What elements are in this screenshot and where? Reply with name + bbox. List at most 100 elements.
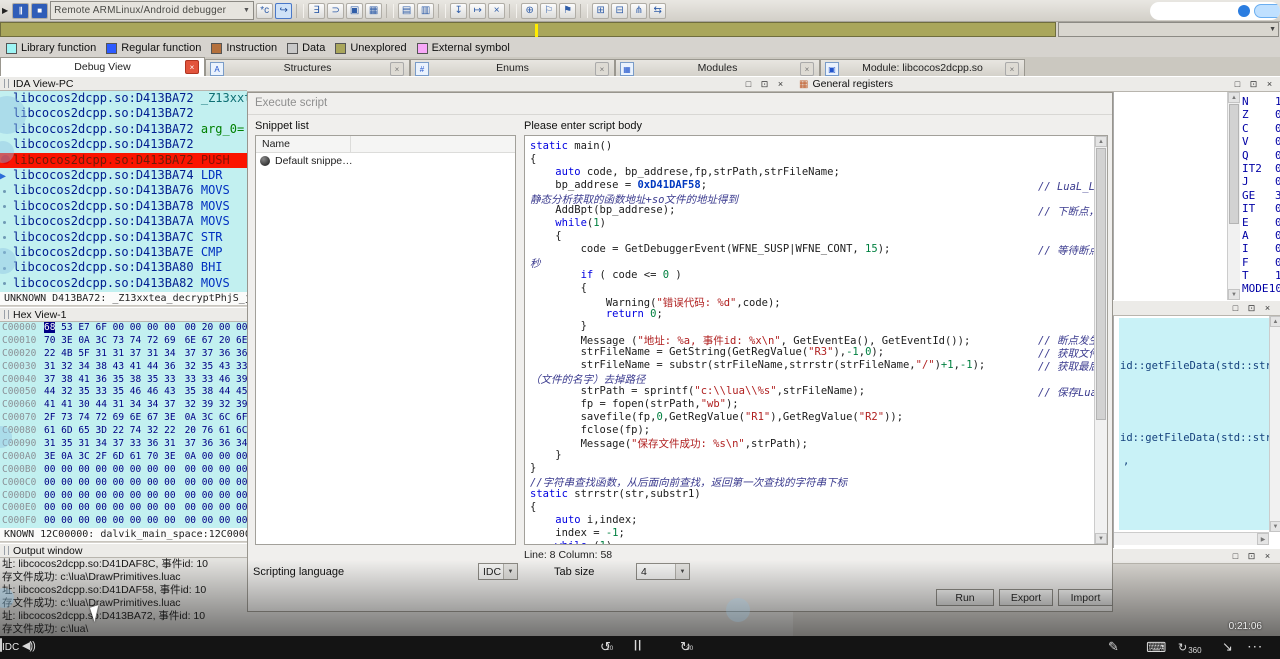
script-editor[interactable]: static main() { auto code, bp_addrese,fp,… (524, 135, 1108, 545)
code-line[interactable]: static strrstr(str,substr1) (530, 488, 1092, 501)
register-row[interactable]: MODE10 (1242, 282, 1280, 295)
register-row[interactable]: E0 (1242, 216, 1280, 229)
pause-icon[interactable]: ∥ (12, 3, 29, 19)
code-line[interactable]: static main() (530, 140, 1092, 153)
scroll-right-icon[interactable]: ▶ (1257, 533, 1269, 545)
forward-30-icon[interactable]: ↻30 (680, 639, 691, 654)
code-line[interactable]: savefile(fp,0,GetRegValue("R1"),GetRegVa… (530, 411, 1092, 424)
code-line[interactable]: Message ("地址: %a, 事件id: %x\n", GetEventE… (530, 333, 1092, 346)
code-line[interactable]: 静态分析获取的函数地址+so文件的地址得到 (530, 192, 1092, 205)
code-line[interactable]: strPath = sprintf("c:\\lua\\%s",strFileN… (530, 385, 1092, 398)
maximize-icon[interactable]: ⊡ (1245, 550, 1258, 562)
navband-range-select[interactable]: ▼ (1058, 22, 1279, 37)
script-code[interactable]: static main() { auto code, bp_addrese,fp,… (530, 140, 1092, 545)
register-row[interactable]: J0 (1242, 175, 1280, 188)
chevron-down-icon[interactable]: ▼ (503, 564, 517, 579)
hex-row[interactable]: C000F000 00 00 00 00 00 00 0000 00 00 00 (0, 515, 247, 528)
code-line[interactable]: if ( code <= 0 ) (530, 269, 1092, 282)
scroll-up-icon[interactable]: ▲ (1095, 136, 1107, 147)
code-line[interactable]: Warning("错误代码: %d",code); (530, 295, 1092, 308)
scroll-up-icon[interactable]: ▲ (1228, 92, 1240, 103)
register-row[interactable]: Z0 (1242, 108, 1280, 121)
hex-view[interactable]: C0000068 53 E7 6F 00 00 00 0000 20 00 00… (0, 322, 248, 528)
register-row[interactable]: I0 (1242, 242, 1280, 255)
tab-enums[interactable]: #Enums× (410, 59, 615, 76)
detach-process-icon[interactable]: ⚑ (559, 3, 576, 19)
code-line[interactable]: fclose(fp); (530, 424, 1092, 437)
recorder-icon[interactable] (1238, 5, 1250, 17)
disasm-line[interactable]: libcocos2dcpp.so:D413BA80 BHI (0, 260, 247, 275)
export-button[interactable]: Export (999, 589, 1053, 606)
code-line[interactable]: bp_addrese = 0xD41DAF58;// LuaL_Loadbuff… (530, 179, 1092, 192)
disasm-line[interactable]: libcocos2dcpp.so:D413BA72 (0, 106, 247, 121)
code-line[interactable]: return 0; (530, 308, 1092, 321)
pause-playback-icon[interactable]: || (634, 639, 642, 651)
hex-row[interactable]: C000702F 73 74 72 69 6E 67 3E0A 3C 6C 6F (0, 412, 247, 425)
close-icon[interactable]: × (774, 78, 787, 90)
code-line[interactable]: AddBpt(bp_addrese);// 下断点，也可以手动下断 (530, 204, 1092, 217)
import-button[interactable]: Import (1058, 589, 1113, 606)
register-row[interactable]: F0 (1242, 256, 1280, 269)
bottom-pane-header[interactable]: □ ⊡ × (1113, 548, 1280, 564)
code-line[interactable]: { (530, 282, 1092, 295)
code-line[interactable]: } (530, 462, 1092, 475)
hex-row[interactable]: C0006041 41 30 44 31 34 34 3732 39 32 39 (0, 399, 247, 412)
disasm-line[interactable]: libcocos2dcpp.so:D413BA72 arg_0= (0, 122, 247, 137)
disasm-line[interactable]: libcocos2dcpp.so:D413BA72 _Z13xxt (0, 91, 247, 106)
step-over-icon[interactable]: ↦ (469, 3, 486, 19)
disasm-line[interactable]: libcocos2dcpp.so:D413BA7E CMP (0, 245, 247, 260)
code-line[interactable]: strFileName = GetString(GetRegValue("R3"… (530, 346, 1092, 359)
maximize-icon[interactable]: ⊡ (1247, 78, 1260, 90)
stack-horizontal-scrollbar[interactable]: ▶ (1114, 532, 1269, 545)
stop-icon[interactable]: ■ (31, 3, 48, 19)
close-icon[interactable]: × (185, 60, 199, 74)
register-row[interactable]: GE3 (1242, 189, 1280, 202)
scroll-up-icon[interactable]: ▲ (1270, 316, 1280, 327)
snippet-row[interactable]: Default snippe… (256, 153, 515, 169)
scroll-down-icon[interactable]: ▼ (1270, 521, 1280, 532)
code-line[interactable]: code = GetDebuggerEvent(WFNE_SUSP|WFNE_C… (530, 243, 1092, 256)
jump-back-icon[interactable]: ⊃ (327, 3, 344, 19)
step-into-icon[interactable]: ↧ (450, 3, 467, 19)
code-line[interactable]: } (530, 449, 1092, 462)
hex-row[interactable]: C000A03E 0A 3C 2F 6D 61 70 3E0A 00 00 00 (0, 451, 247, 464)
chevron-down-icon[interactable]: ▼ (675, 564, 689, 579)
register-row[interactable]: IT20 (1242, 162, 1280, 175)
snippet-list[interactable]: Name Default snippe… (255, 135, 516, 545)
run-button[interactable]: Run (936, 589, 994, 606)
tab-size-select[interactable]: 4 ▼ (636, 563, 690, 580)
recorder-button[interactable] (1254, 4, 1280, 18)
stack-pane-header[interactable]: □ ⊡ × (1113, 300, 1280, 316)
code-line[interactable]: //字符串查找函数，从后面向前查找，返回第一次查找的字符串下标 (530, 475, 1092, 488)
code-line[interactable]: auto code, bp_addrese,fp,strPath,strFile… (530, 166, 1092, 179)
breakpoints-list-icon[interactable]: ⊞ (592, 3, 609, 19)
maximize-icon[interactable]: ⊡ (1245, 302, 1258, 314)
disassembly-view[interactable]: libcocos2dcpp.so:D413BA72 _Z13xxtlibcoco… (0, 91, 248, 292)
stack-view[interactable]: id::getFileData(std::string· id::getFile… (1113, 316, 1280, 548)
close-icon[interactable]: × (800, 62, 814, 76)
code-line[interactable]: while (1) (530, 540, 1092, 545)
hex-row[interactable]: C000D000 00 00 00 00 00 00 0000 00 00 00 (0, 490, 247, 503)
close-icon[interactable]: × (1261, 550, 1274, 562)
run-to-cursor-icon[interactable]: ⊕ (521, 3, 538, 19)
hex-row[interactable]: C0001070 3E 0A 3C 73 74 72 696E 67 20 6E (0, 335, 247, 348)
register-row[interactable]: N1 (1242, 95, 1280, 108)
float-icon[interactable]: □ (742, 78, 755, 90)
tab-structures[interactable]: AStructures× (205, 59, 410, 76)
watches-icon[interactable]: ▤ (398, 3, 415, 19)
language-select[interactable]: IDC ▼ (478, 563, 518, 580)
code-line[interactable]: 秒 (530, 256, 1092, 269)
registers-scrollbar[interactable]: ▲ ▼ (1227, 92, 1240, 300)
code-line[interactable]: { (530, 230, 1092, 243)
source-step-icon[interactable]: *c (256, 3, 273, 19)
hex-row[interactable]: C0008061 6D 65 3D 22 74 32 2220 76 61 6C (0, 425, 247, 438)
registers-pane-header[interactable]: ▦ General registers □ ⊡ × (793, 76, 1280, 92)
register-row[interactable]: C0 (1242, 122, 1280, 135)
tab-modules[interactable]: ▦Modules× (615, 59, 820, 76)
code-line[interactable]: fp = fopen(strPath,"wb"); (530, 398, 1092, 411)
disasm-line[interactable]: libcocos2dcpp.so:D413BA72 PUSH (0, 153, 247, 168)
code-line[interactable]: auto i,index; (530, 514, 1092, 527)
disasm-line[interactable]: libcocos2dcpp.so:D413BA76 MOVS (0, 183, 247, 198)
hex-row[interactable]: C000B000 00 00 00 00 00 00 0000 00 00 00 (0, 464, 247, 477)
shrink-icon[interactable]: ↘ (1222, 639, 1233, 655)
